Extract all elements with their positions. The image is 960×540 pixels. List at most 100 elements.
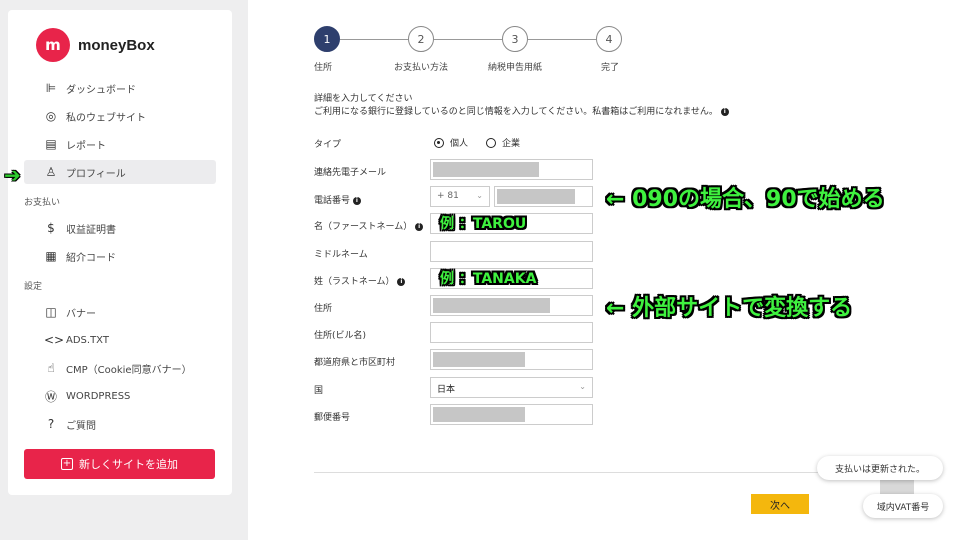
step-1-label: 住所 [314,63,333,73]
logo-text: moneyBox [78,36,155,54]
sidebar-item-label: 私のウェブサイト [66,112,146,124]
email-field[interactable] [430,159,593,180]
moneybox-logo-icon: m [36,28,70,62]
phone-field[interactable] [494,186,593,207]
info-icon[interactable]: i [720,107,729,116]
step-connector [340,39,408,40]
sidebar-item-label: WORDPRESS [66,390,131,402]
first-name-label-text: 名（ファーストネーム） [314,222,413,232]
country-select[interactable]: 日本 ⌄ [430,377,593,398]
sidebar-item-dashboard[interactable]: ⊫ ダッシュボード [24,76,216,100]
step-4: 4 [596,26,622,52]
sidebar-item-label: ADS.TXT [66,334,109,346]
sidebar-item-label: 収益証明書 [66,224,116,236]
phone-prefix-value: + 81 [437,191,459,201]
sidebar-item-label: ダッシュボード [66,84,136,96]
middle-name-label: ミドルネーム [314,250,368,260]
type-radio-group: 個人 企業 [434,136,520,149]
add-site-button[interactable]: + 新しくサイトを追加 [24,449,215,479]
sidebar-item-my-websites[interactable]: ◎ 私のウェブサイト [24,104,216,128]
sidebar-item-label: CMP（Cookie同意バナー） [66,364,192,376]
logo[interactable]: m moneyBox [36,28,155,62]
postal-label: 郵便番号 [314,413,351,423]
step-3: 3 [502,26,528,52]
info-icon[interactable]: i [415,222,424,231]
country-value: 日本 [437,385,456,395]
info-icon[interactable]: i [397,277,406,286]
form-intro-text-body: ご利用になる銀行に登録しているのと同じ情報を入力してください。私書箱はご利用にな… [314,107,718,117]
address2-label: 住所(ビル名) [314,331,367,341]
question-icon: ? [47,417,55,431]
phone-country-select[interactable]: + 81 ⌄ [430,186,490,207]
thumbs-up-icon: ☝ [47,361,55,375]
address-note-annotation: ← 外部サイトで変換する [606,296,853,321]
step-2: 2 [408,26,434,52]
sidebar-item-label: 紹介コード [66,252,116,264]
last-name-label-text: 姓（ラストネーム） [314,277,395,287]
step-4-label: 完了 [601,63,620,73]
section-label-payment: お支払い [24,198,61,208]
add-site-label: 新しくサイトを追加 [79,458,178,471]
gift-icon: ▦ [45,249,57,263]
step-connector [528,39,596,40]
sidebar-item-earnings-certificate[interactable]: $ 収益証明書 [24,216,216,240]
step-1: 1 [314,26,340,52]
middle-name-field[interactable] [430,241,593,262]
first-name-example-annotation: 例 ：TAROU [440,216,527,232]
info-icon[interactable]: i [352,196,361,205]
last-name-example-annotation: 例 ：TANAKA [440,271,537,287]
phone-label-text: 電話番号 [314,196,351,206]
sidebar-item-banner[interactable]: ◫ バナー [24,300,216,324]
sidebar-item-label: ご質問 [66,420,96,432]
radio-personal[interactable] [434,137,444,148]
sidebar-item-profile[interactable]: ♙ プロフィール [24,160,216,184]
sidebar-item-referral-code[interactable]: ▦ 紹介コード [24,244,216,268]
next-button[interactable]: 次へ [751,494,809,514]
redacted-value [433,352,525,367]
phone-label: 電話番号 i [314,193,361,206]
section-label-settings: 設定 [24,282,43,292]
wordpress-icon: Ⓦ [44,389,57,404]
sidebar-item-label: バナー [66,308,96,320]
redacted-value [433,298,550,313]
dashboard-icon: ⊫ [45,81,57,95]
user-icon: ♙ [45,165,57,179]
sidebar-item-wordpress[interactable]: Ⓦ WORDPRESS [24,384,216,408]
phone-note-annotation: ← 090の場合、90で始める [606,187,885,212]
plus-icon: + [61,458,73,470]
form-intro-title: 詳細を入力してください [314,94,413,104]
radio-company[interactable] [486,137,497,148]
report-icon: ▤ [45,137,57,151]
sidebar-item-report[interactable]: ▤ レポート [24,132,216,156]
sidebar-item-ads-txt[interactable]: <> ADS.TXT [24,328,216,352]
radio-personal-label: 個人 [450,139,469,149]
address2-field[interactable] [430,322,593,343]
type-label: タイプ [314,140,342,150]
code-icon: <> [44,333,65,347]
redacted-value [433,407,525,422]
vat-number-button[interactable]: 域内VAT番号 [863,494,943,518]
sidebar-item-label: レポート [66,140,106,152]
first-name-label: 名（ファーストネーム） i [314,219,424,232]
banner-icon: ◫ [45,305,57,319]
email-label: 連絡先電子メール [314,168,387,178]
country-label: 国 [314,386,324,396]
chevron-down-icon: ⌄ [579,382,586,391]
form-intro-text: ご利用になる銀行に登録しているのと同じ情報を入力してください。私書箱はご利用にな… [314,104,729,117]
sidebar: m moneyBox ⊫ ダッシュボード ◎ 私のウェブサイト ▤ レポート ♙… [8,10,232,495]
redacted-value [497,189,575,204]
radio-company-label: 企業 [502,139,521,149]
notification-toast: 支払いは更新された。 [817,456,943,480]
compass-icon: ◎ [45,109,57,123]
address-field[interactable] [430,295,593,316]
city-field[interactable] [430,349,593,370]
step-connector [434,39,502,40]
chevron-down-icon: ⌄ [476,191,483,200]
sidebar-item-cmp[interactable]: ☝ CMP（Cookie同意バナー） [24,356,216,380]
sidebar-arrow-annotation: ➔ [4,163,21,187]
redacted-value [433,162,539,177]
postal-field[interactable] [430,404,593,425]
last-name-label: 姓（ラストネーム） i [314,274,406,287]
sidebar-item-faq[interactable]: ? ご質問 [24,412,216,436]
sidebar-item-label: プロフィール [66,168,126,180]
